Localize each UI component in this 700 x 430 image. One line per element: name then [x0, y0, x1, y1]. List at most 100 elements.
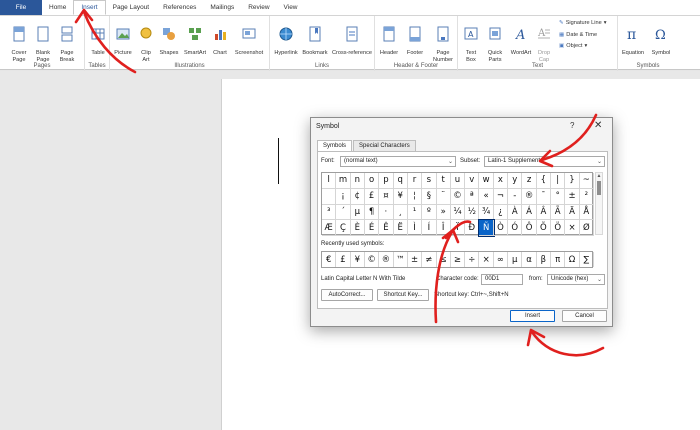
shapes-button[interactable]: Shapes [158, 19, 180, 57]
symbol-cell[interactable]: m [336, 173, 351, 189]
symbol-grid-scrollbar[interactable]: ▲ [595, 172, 603, 235]
symbol-cell[interactable]: Ð [465, 220, 480, 236]
symbol-cell[interactable]: y [508, 173, 523, 189]
symbol-cell[interactable]: ¿ [493, 204, 509, 221]
symbol-cell[interactable]: ¾ [479, 204, 494, 221]
symbol-cell[interactable]: n [350, 173, 365, 189]
bookmark-button[interactable]: Bookmark [301, 19, 329, 57]
symbol-cell[interactable]: ¥ [393, 188, 408, 205]
recent-symbol-cell[interactable]: ¥ [351, 252, 365, 267]
symbol-cell[interactable]: È [350, 220, 365, 236]
symbol-cell[interactable]: Å [579, 204, 594, 221]
recent-symbol-cell[interactable]: × [479, 252, 494, 267]
symbol-cell[interactable]: Á [522, 204, 537, 221]
object-button[interactable]: ▣ Object ▾ [559, 43, 587, 49]
chart-button[interactable]: Chart [210, 19, 230, 57]
symbol-cell[interactable]: × [565, 220, 580, 236]
text-box-button[interactable]: A Text Box [460, 19, 482, 63]
symbol-cell[interactable]: ¨ [436, 188, 451, 205]
symbol-cell[interactable]: ¼ [450, 204, 466, 221]
hyperlink-button[interactable]: Hyperlink [272, 19, 300, 57]
recent-symbol-cell[interactable]: ± [408, 252, 423, 267]
symbol-cell[interactable]: Ó [508, 220, 523, 236]
symbol-cell[interactable]: Î [436, 220, 451, 236]
tab-special-characters[interactable]: Special Characters [353, 140, 416, 151]
table-button[interactable]: Table [88, 19, 108, 57]
symbol-cell[interactable]: Ê [379, 220, 394, 236]
page-number-button[interactable]: Page Number [429, 19, 457, 63]
symbol-cell[interactable]: ± [565, 188, 580, 205]
screenshot-button[interactable]: Screenshot [232, 19, 266, 57]
symbol-cell[interactable]: ª [465, 188, 480, 205]
symbol-cell[interactable]: ¯ [536, 188, 552, 205]
symbol-cell[interactable]: Í [422, 220, 437, 236]
symbol-cell[interactable]: o [364, 173, 380, 189]
symbol-cell[interactable]: Ä [565, 204, 580, 221]
equation-button[interactable]: π Equation [619, 19, 647, 57]
symbol-cell[interactable]: º [422, 204, 437, 221]
symbol-cell[interactable]: ½ [465, 204, 480, 221]
symbol-cell[interactable]: £ [364, 188, 380, 205]
symbol-cell[interactable]: - [508, 188, 523, 205]
symbol-cell[interactable]: q [393, 173, 408, 189]
symbol-cell[interactable]: Ç [336, 220, 351, 236]
wordart-button[interactable]: A WordArt [508, 19, 534, 57]
recent-symbol-cell[interactable]: ÷ [465, 252, 480, 267]
symbol-cell[interactable]: À [508, 204, 523, 221]
symbol-cell[interactable]: ¤ [379, 188, 394, 205]
tab-home[interactable]: Home [42, 0, 73, 15]
symbol-cell[interactable]: z [522, 173, 537, 189]
symbol-cell[interactable]: Ì [407, 220, 423, 236]
cancel-button[interactable]: Cancel [562, 310, 607, 322]
symbol-cell[interactable]: u [450, 173, 466, 189]
character-code-input[interactable]: 00D1 [481, 274, 523, 285]
recent-symbol-cell[interactable]: α [522, 252, 537, 267]
symbol-cell[interactable]: É [364, 220, 380, 236]
symbol-cell[interactable]: Õ [536, 220, 552, 236]
recent-symbol-cell[interactable]: £ [336, 252, 351, 267]
symbol-cell[interactable]: { [536, 173, 552, 189]
symbol-cell[interactable]: Ô [522, 220, 537, 236]
symbol-cell[interactable]: } [565, 173, 580, 189]
symbol-cell[interactable]: Ø [579, 220, 594, 236]
symbol-cell[interactable]: ¡ [336, 188, 351, 205]
cover-page-button[interactable]: Cover Page [8, 19, 30, 63]
scrollbar-thumb[interactable] [597, 181, 601, 195]
smartart-button[interactable]: SmartArt [182, 19, 208, 57]
tab-file[interactable]: File [0, 0, 42, 15]
recent-symbol-cell[interactable]: ≤ [437, 252, 451, 267]
symbol-cell[interactable]: x [493, 173, 509, 189]
recent-symbol-cell[interactable]: ® [379, 252, 394, 267]
symbol-cell[interactable]: ° [551, 188, 566, 205]
symbol-cell[interactable]: Ë [393, 220, 408, 236]
picture-button[interactable]: Picture [112, 19, 134, 57]
recent-symbol-cell[interactable]: ∞ [494, 252, 509, 267]
symbol-cell[interactable]: « [479, 188, 494, 205]
symbol-cell[interactable]: ¦ [407, 188, 423, 205]
header-button[interactable]: Header [377, 19, 401, 57]
tab-symbols[interactable]: Symbols [317, 140, 353, 151]
signature-line-button[interactable]: ✎ Signature Line ▾ [559, 20, 607, 26]
help-button[interactable]: ? [570, 121, 574, 130]
symbol-cell[interactable]: w [479, 173, 494, 189]
recent-symbol-cell[interactable]: Ω [565, 252, 580, 267]
recent-symbol-cell[interactable]: µ [508, 252, 523, 267]
recent-symbol-cell[interactable]: ≠ [422, 252, 437, 267]
tab-references[interactable]: References [156, 0, 203, 15]
quick-parts-button[interactable]: Quick Parts [484, 19, 506, 63]
footer-button[interactable]: Footer [403, 19, 427, 57]
insert-button[interactable]: Insert [510, 310, 555, 322]
tab-insert[interactable]: Insert [73, 0, 106, 15]
symbol-cell[interactable]: Â [536, 204, 552, 221]
symbol-cell[interactable]: r [407, 173, 423, 189]
drop-cap-button[interactable]: A Drop Cap [535, 19, 553, 63]
symbol-cell[interactable]: ¢ [350, 188, 365, 205]
symbol-cell[interactable]: s [422, 173, 437, 189]
symbol-cell[interactable]: ² [579, 188, 594, 205]
symbol-cell[interactable]: § [422, 188, 437, 205]
symbol-cell[interactable]: | [551, 173, 566, 189]
tab-review[interactable]: Review [241, 0, 276, 15]
symbol-cell[interactable]: Ã [551, 204, 566, 221]
font-select[interactable]: (normal text) ⌄ [340, 156, 456, 167]
shortcut-key-button[interactable]: Shortcut Key... [377, 289, 429, 301]
